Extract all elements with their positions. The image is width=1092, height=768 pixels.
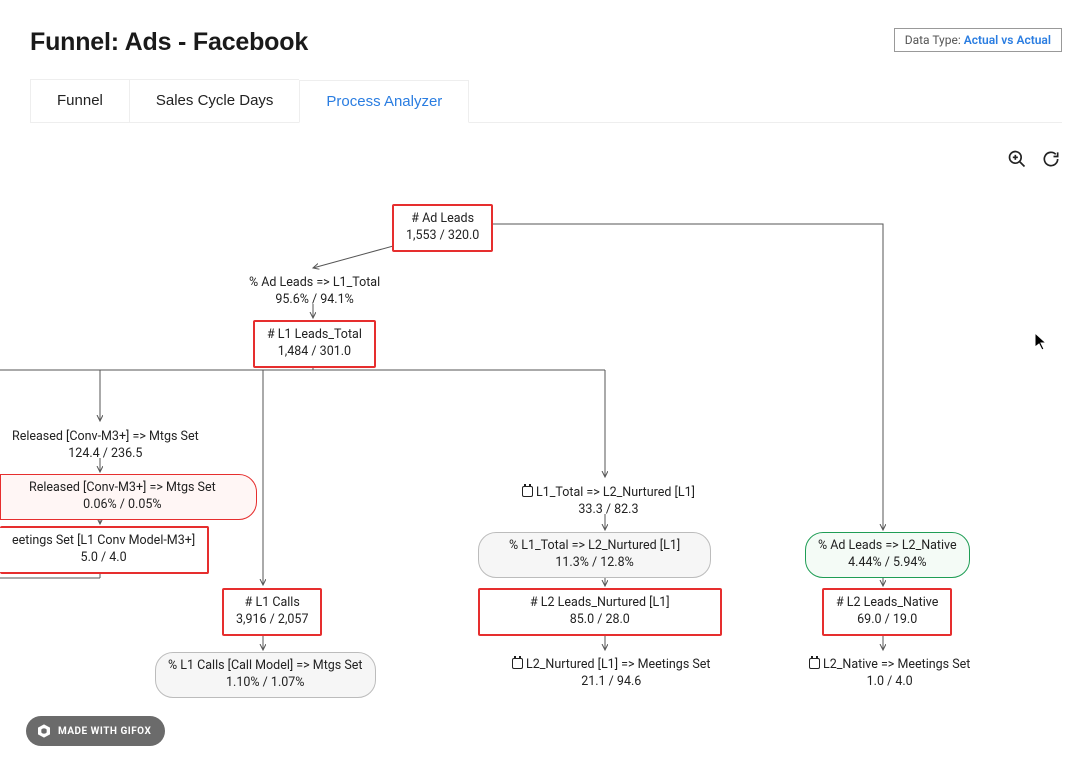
node-l1-calls-pct[interactable]: % L1 Calls [Call Model] => Mtgs Set 1.10… bbox=[155, 652, 376, 698]
tab-process-analyzer[interactable]: Process Analyzer bbox=[299, 80, 469, 123]
node-label: # L1 Leads_Total bbox=[267, 327, 362, 344]
gifox-icon bbox=[36, 723, 52, 739]
node-label: % Ad Leads => L2_Native bbox=[818, 538, 957, 555]
gifox-label: MADE WITH GIFOX bbox=[58, 726, 151, 737]
calendar-icon bbox=[522, 486, 533, 497]
node-meetings-set-model[interactable]: eetings Set [L1 Conv Model-M3+] 5.0 / 4.… bbox=[0, 526, 209, 574]
node-l1-to-l2-nurtured-pct[interactable]: % L1_Total => L2_Nurtured [L1] 11.3% / 1… bbox=[478, 532, 711, 578]
data-type-label: Data Type: bbox=[905, 33, 961, 47]
node-l2-leads-native[interactable]: # L2 Leads_Native 69.0 / 19.0 bbox=[822, 588, 952, 636]
node-label: eetings Set [L1 Conv Model-M3+] bbox=[12, 533, 195, 550]
node-value: 1.0 / 4.0 bbox=[809, 674, 970, 691]
node-value: 69.0 / 19.0 bbox=[836, 612, 938, 629]
node-l2-native-mtgs[interactable]: L2_Native => Meetings Set 1.0 / 4.0 bbox=[797, 652, 982, 696]
data-type-badge: Data Type: Actual vs Actual bbox=[894, 28, 1062, 52]
node-l2-leads-nurtured[interactable]: # L2 Leads_Nurtured [L1] 85.0 / 28.0 bbox=[478, 588, 722, 636]
zoom-in-button[interactable] bbox=[1006, 148, 1028, 170]
node-l1-leads-total[interactable]: # L1 Leads_Total 1,484 / 301.0 bbox=[253, 320, 376, 368]
node-value: 95.6% / 94.1% bbox=[249, 292, 380, 309]
node-label: % Ad Leads => L1_Total bbox=[249, 275, 380, 292]
node-label: L2_Nurtured [L1] => Meetings Set bbox=[512, 657, 711, 674]
node-label: # L2 Leads_Nurtured [L1] bbox=[530, 595, 670, 612]
tab-funnel[interactable]: Funnel bbox=[30, 79, 129, 122]
zoom-in-icon bbox=[1007, 149, 1027, 169]
node-value: 11.3% / 12.8% bbox=[509, 555, 680, 572]
node-label: # L1 Calls bbox=[236, 595, 308, 612]
tabs: Funnel Sales Cycle Days Process Analyzer bbox=[30, 79, 1062, 123]
data-type-value: Actual vs Actual bbox=[964, 33, 1051, 47]
node-released-count[interactable]: Released [Conv-M3+] => Mtgs Set 124.4 / … bbox=[0, 424, 211, 468]
node-ad-to-l2-native-pct[interactable]: % Ad Leads => L2_Native 4.44% / 5.94% bbox=[805, 532, 970, 578]
node-value: 1,484 / 301.0 bbox=[267, 344, 362, 361]
node-l1-to-l2-nurtured-days[interactable]: L1_Total => L2_Nurtured [L1] 33.3 / 82.3 bbox=[510, 480, 707, 524]
node-value: 21.1 / 94.6 bbox=[512, 674, 711, 691]
node-released-pct[interactable]: Released [Conv-M3+] => Mtgs Set 0.06% / … bbox=[0, 474, 257, 520]
node-label: # Ad Leads bbox=[406, 211, 479, 228]
node-value: 33.3 / 82.3 bbox=[522, 502, 695, 519]
node-label: # L2 Leads_Native bbox=[836, 595, 938, 612]
node-label: Released [Conv-M3+] => Mtgs Set bbox=[12, 429, 199, 446]
node-pct-ad-l1[interactable]: % Ad Leads => L1_Total 95.6% / 94.1% bbox=[237, 270, 392, 314]
gifox-badge: MADE WITH GIFOX bbox=[26, 716, 165, 746]
page-title: Funnel: Ads - Facebook bbox=[30, 28, 308, 57]
node-value: 3,916 / 2,057 bbox=[236, 612, 308, 629]
node-l2-nurtured-mtgs[interactable]: L2_Nurtured [L1] => Meetings Set 21.1 / … bbox=[500, 652, 723, 696]
node-value: 0.06% / 0.05% bbox=[29, 497, 216, 514]
node-ad-leads[interactable]: # Ad Leads 1,553 / 320.0 bbox=[392, 204, 493, 252]
cursor-icon bbox=[1034, 332, 1050, 356]
node-value: 1.10% / 1.07% bbox=[168, 675, 363, 692]
node-value: 124.4 / 236.5 bbox=[12, 446, 199, 463]
node-label: % L1 Calls [Call Model] => Mtgs Set bbox=[168, 658, 363, 675]
node-label: L1_Total => L2_Nurtured [L1] bbox=[522, 485, 695, 502]
reset-button[interactable] bbox=[1040, 148, 1062, 170]
calendar-icon bbox=[512, 658, 523, 669]
node-value: 1,553 / 320.0 bbox=[406, 228, 479, 245]
node-label: % L1_Total => L2_Nurtured [L1] bbox=[509, 538, 680, 555]
node-value: 85.0 / 28.0 bbox=[530, 612, 670, 629]
tab-sales-cycle-days[interactable]: Sales Cycle Days bbox=[129, 79, 300, 122]
node-label: Released [Conv-M3+] => Mtgs Set bbox=[29, 480, 216, 497]
process-tree-canvas[interactable]: # Ad Leads 1,553 / 320.0 % Ad Leads => L… bbox=[0, 180, 1092, 740]
node-label: L2_Native => Meetings Set bbox=[809, 657, 970, 674]
node-value: 5.0 / 4.0 bbox=[12, 550, 195, 567]
calendar-icon bbox=[809, 658, 820, 669]
reset-icon bbox=[1041, 149, 1061, 169]
node-value: 4.44% / 5.94% bbox=[818, 555, 957, 572]
node-l1-calls[interactable]: # L1 Calls 3,916 / 2,057 bbox=[222, 588, 322, 636]
